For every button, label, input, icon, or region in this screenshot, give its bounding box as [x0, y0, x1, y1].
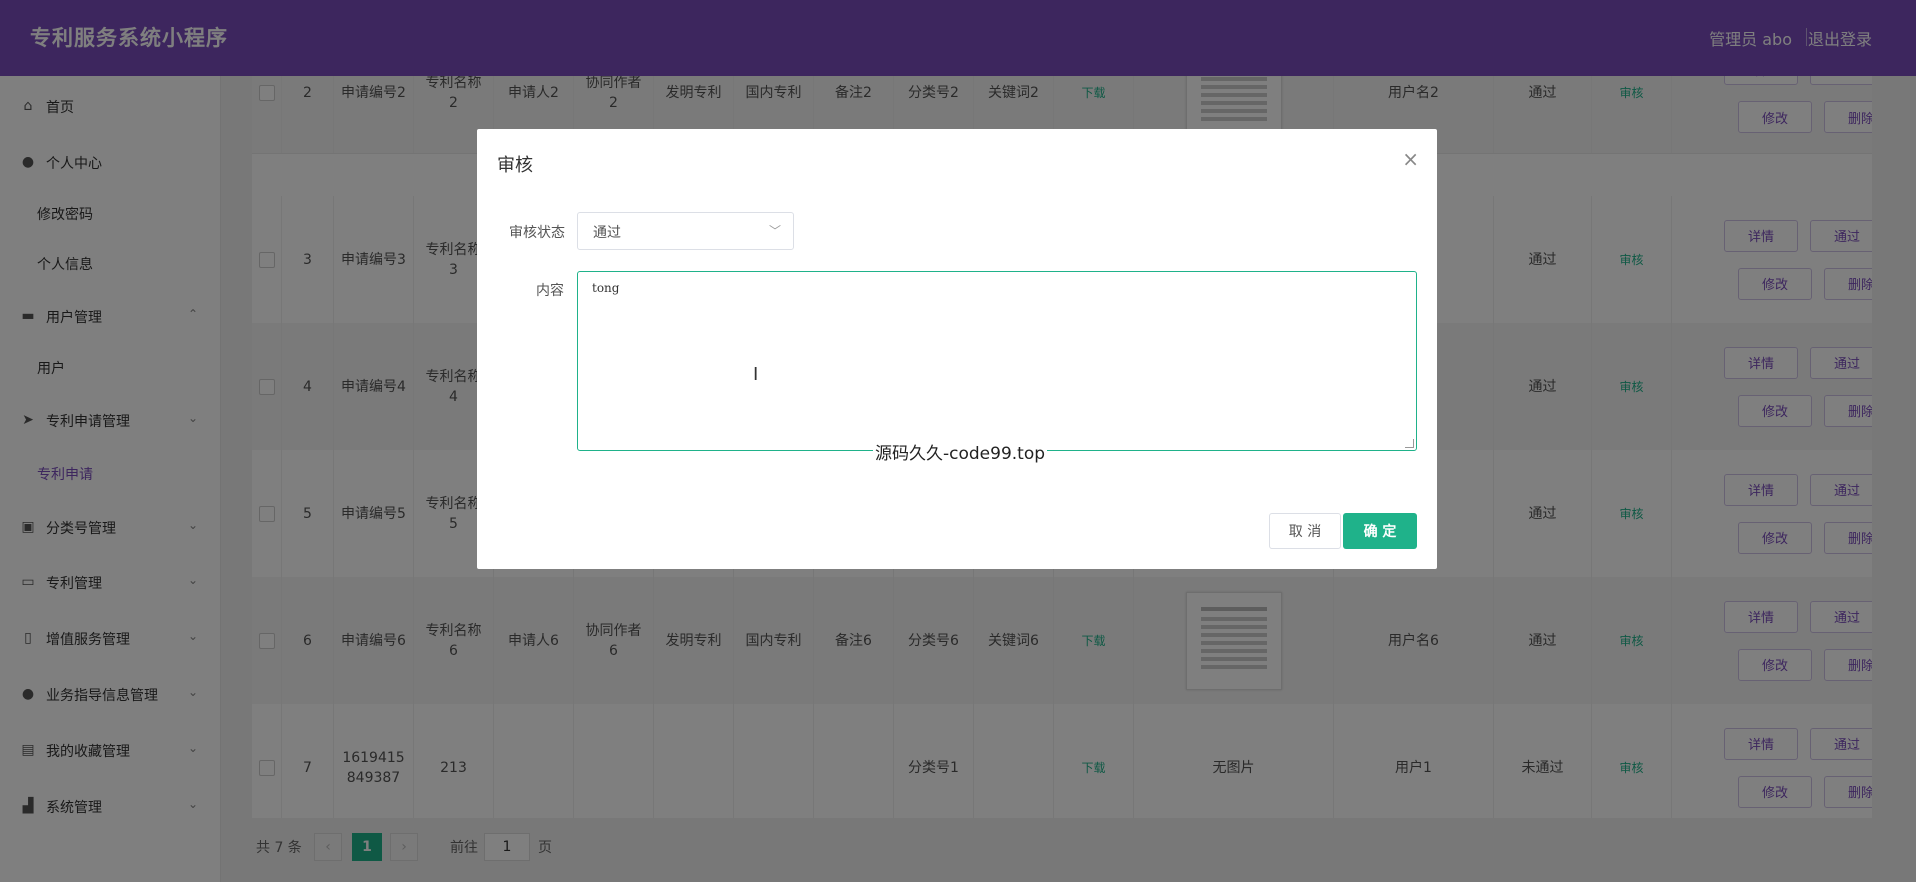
status-select-value: 通过 — [593, 225, 621, 241]
confirm-button[interactable]: 确 定 — [1343, 513, 1417, 549]
watermark-text: 源码久久-code99.top — [873, 439, 1048, 464]
content-text: tong — [592, 281, 620, 295]
dialog-title: 审核 — [497, 155, 533, 176]
status-select[interactable]: 通过 ﹀ — [577, 212, 794, 250]
close-icon[interactable]: × — [1402, 147, 1419, 171]
resize-handle[interactable] — [1405, 439, 1414, 448]
status-label: 审核状态 — [509, 225, 565, 241]
text-cursor-icon: I — [753, 364, 759, 385]
chevron-down-icon: ﹀ — [768, 224, 781, 238]
audit-dialog: 审核 × 审核状态 通过 ﹀ 内容 tong 源码久久-code99.top 取… — [477, 129, 1437, 569]
content-textarea[interactable]: tong — [577, 271, 1417, 451]
content-label: 内容 — [536, 283, 564, 299]
cancel-button[interactable]: 取 消 — [1269, 513, 1341, 549]
